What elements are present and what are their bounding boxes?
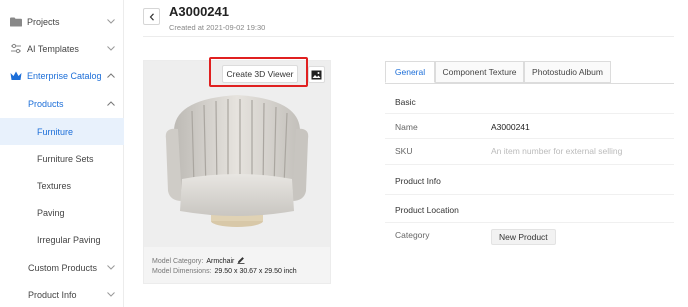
chevron-down-icon	[106, 17, 115, 26]
sku-label: SKU	[395, 146, 413, 156]
model-dimensions-label: Model Dimensions:	[152, 268, 212, 275]
folder-icon	[10, 16, 22, 28]
sidebar-item-product-info[interactable]: Product Info	[0, 281, 124, 307]
image-icon	[311, 70, 322, 79]
sidebar-item-label: Textures	[37, 180, 72, 191]
row-divider	[385, 222, 674, 223]
sidebar-item-furniture-sets[interactable]: Furniture Sets	[0, 145, 124, 172]
basic-heading: Basic	[395, 97, 416, 107]
sidebar: Projects AI Templates Enterprise Catalog	[0, 0, 124, 307]
crown-icon	[10, 70, 22, 82]
name-value: A3000241	[491, 122, 530, 132]
chevron-left-icon	[149, 12, 154, 21]
header-divider	[143, 36, 674, 37]
tab-photostudio-album[interactable]: Photostudio Album	[524, 61, 611, 83]
tab-component-texture[interactable]: Component Texture	[435, 61, 524, 83]
sliders-icon	[10, 43, 22, 55]
tabs-divider	[385, 83, 674, 84]
product-info-heading: Product Info	[395, 176, 441, 186]
sidebar-item-label: Furniture	[37, 126, 74, 137]
sidebar-item-label: Product Info	[28, 289, 77, 300]
back-button[interactable]	[143, 8, 160, 25]
sidebar-item-label: Custom Products	[28, 262, 98, 273]
sidebar-item-paving[interactable]: Paving	[0, 199, 124, 226]
row-divider	[385, 194, 674, 195]
page-title: A3000241	[169, 4, 229, 19]
sidebar-item-label: Irregular Paving	[37, 234, 101, 245]
chevron-up-icon	[106, 71, 115, 80]
sidebar-item-label: AI Templates	[27, 43, 79, 54]
name-label: Name	[395, 122, 418, 132]
row-divider	[385, 113, 674, 114]
tab-general[interactable]: General	[385, 61, 435, 83]
sidebar-item-ai-templates[interactable]: AI Templates	[0, 35, 124, 62]
chevron-down-icon	[106, 44, 115, 53]
product-preview-card	[143, 60, 331, 284]
model-dimensions-row: Model Dimensions: 29.50 x 30.67 x 29.50 i…	[152, 268, 297, 275]
sidebar-item-irregular-paving[interactable]: Irregular Paving	[0, 226, 124, 253]
sidebar-item-enterprise-catalog[interactable]: Enterprise Catalog	[0, 62, 124, 89]
sidebar-item-label: Enterprise Catalog	[27, 70, 102, 81]
create-3d-viewer-button[interactable]: Create 3D Viewer	[222, 65, 298, 83]
row-divider	[385, 164, 674, 165]
row-divider	[385, 138, 674, 139]
chevron-down-icon	[106, 263, 115, 272]
sidebar-item-label: Products	[28, 98, 64, 109]
product-image	[144, 61, 330, 247]
sidebar-item-products[interactable]: Products	[0, 90, 124, 117]
sidebar-item-furniture[interactable]: Furniture	[0, 118, 124, 145]
sidebar-item-projects[interactable]: Projects	[0, 8, 124, 35]
sidebar-item-textures[interactable]: Textures	[0, 172, 124, 199]
chevron-down-icon	[106, 290, 115, 299]
chevron-up-icon	[106, 99, 115, 108]
sidebar-item-label: Projects	[27, 16, 60, 27]
category-label: Category	[395, 230, 430, 240]
new-product-button[interactable]: New Product	[491, 229, 556, 245]
app-root: Projects AI Templates Enterprise Catalog	[0, 0, 688, 307]
image-button[interactable]	[308, 66, 325, 83]
model-category-value: Armchair	[206, 257, 235, 265]
product-location-heading: Product Location	[395, 205, 459, 215]
model-category-label: Model Category:	[152, 257, 204, 265]
sidebar-item-label: Paving	[37, 207, 65, 218]
sidebar-item-custom-products[interactable]: Custom Products	[0, 254, 124, 281]
edit-pencil-icon[interactable]	[237, 256, 245, 266]
model-category-row: Model Category: Armchair	[152, 256, 245, 266]
sku-field[interactable]: An item number for external selling	[491, 146, 622, 156]
model-dimensions-value: 29.50 x 30.67 x 29.50 inch	[214, 268, 297, 275]
sidebar-item-label: Furniture Sets	[37, 153, 94, 164]
created-timestamp: Created at 2021-09-02 19:30	[169, 23, 266, 32]
